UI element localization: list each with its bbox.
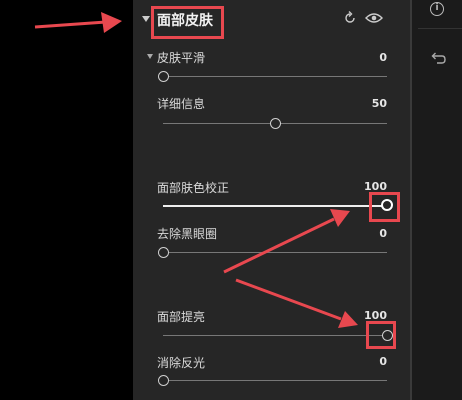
- arrow-head: [101, 12, 122, 33]
- annotation-arrow: [34, 20, 107, 29]
- arrow-head: [338, 311, 358, 328]
- annotation-arrows: [34, 12, 358, 328]
- annotation-arrow: [223, 217, 335, 274]
- annotation-arrow: [235, 278, 342, 321]
